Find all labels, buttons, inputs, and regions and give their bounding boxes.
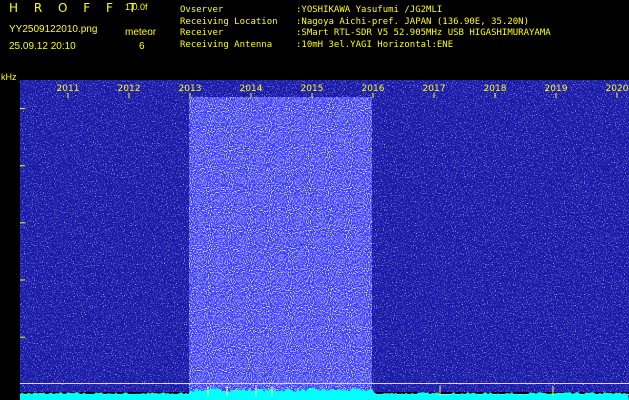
x-tick-label: 2018 [484,84,507,94]
station-label: Receiver [180,28,224,38]
station-info: Ovserver :YOSHIKAWA Yasufumi /JG2MLI Rece… [180,5,551,51]
waterfall-plot: 2011 2012 2013 2014 2015 2016 2017 2018 2019 2020… [20,80,629,400]
station-row-antenna: Receiving Antenna :10mH 3el.YAGI Horizont… [180,40,551,52]
station-label: Receiving Antenna [180,39,273,50]
station-label: Receiving Location [180,16,278,27]
x-tick-label: 2011 [57,84,80,94]
station-value: :10mH 3el.YAGI Horizontal:ENE [296,39,454,50]
x-tick-label: 2012 [118,84,141,94]
station-value: :Nagoya Aichi-pref. JAPAN (136.90E, 35.2… [296,16,529,27]
y-axis-unit: kHz [1,72,17,82]
station-label: Ovserver [180,5,224,15]
app-title: H R O F F T [9,1,143,15]
capture-datetime: 25.09.12 20:10 [9,41,76,52]
station-row-receiver: Receiver :SMart RTL-SDR V5 52.905MHz USB … [180,28,551,40]
meteor-count: 6 [139,41,145,52]
x-tick-label: 2016 [362,84,385,94]
station-row-observer: Ovserver :YOSHIKAWA Yasufumi /JG2MLI [180,5,551,17]
hroft-window: H R O F F T 1.0.0f YY2509122010.png mete… [0,0,629,400]
file-name: YY2509122010.png [9,24,98,35]
x-tick-label: 2020 [606,84,629,94]
station-row-location: Receiving Location :Nagoya Aichi-pref. JA… [180,17,551,29]
header-panel: H R O F F T 1.0.0f YY2509122010.png mete… [0,0,629,80]
highlight-band-layer [189,97,372,392]
station-value: :YOSHIKAWA Yasufumi /JG2MLI [296,5,443,15]
x-tick-label: 2017 [423,84,446,94]
x-tick-label: 2014 [240,84,263,94]
waterfall-svg: 2011 2012 2013 2014 2015 2016 2017 2018 2019 2020… [20,80,629,400]
x-tick-label: 2019 [545,84,568,94]
app-version: 1.0.0f [125,2,148,12]
mode-label: meteor [125,27,157,38]
x-tick-label: 2013 [179,84,202,94]
x-tick-label: 2015 [301,84,324,94]
station-value: :SMart RTL-SDR V5 52.905MHz USB HIGASHIM… [296,28,551,38]
highlight-band-noise [189,97,372,392]
